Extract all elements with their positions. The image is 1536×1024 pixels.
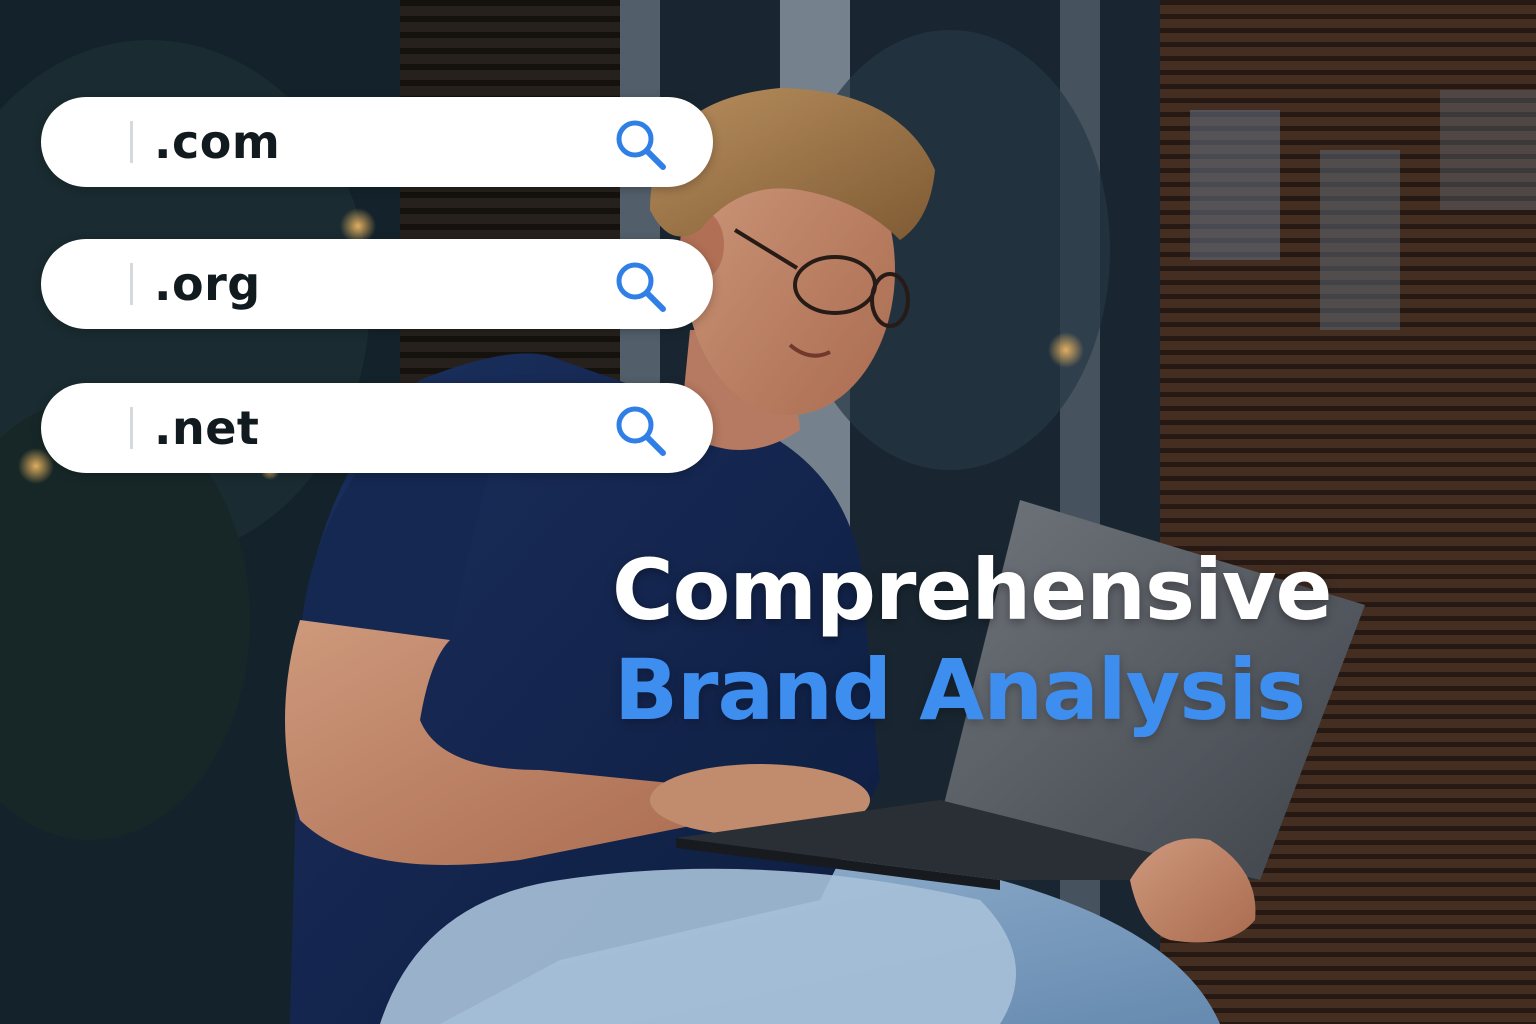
search-bar-text: .com — [154, 115, 281, 169]
search-bar-divider — [130, 121, 133, 163]
headline: Comprehensive Brand Analysis — [612, 540, 1512, 740]
search-bar-divider — [130, 263, 133, 305]
headline-line-2: Brand Analysis — [614, 641, 1306, 739]
search-icon[interactable] — [611, 401, 671, 461]
search-bar-org[interactable]: .org — [41, 239, 713, 329]
search-bar-net[interactable]: .net — [41, 383, 713, 473]
headline-line-1: Comprehensive — [612, 541, 1333, 639]
search-bar-text: .org — [154, 257, 261, 311]
search-icon[interactable] — [611, 257, 671, 317]
search-icon[interactable] — [611, 115, 671, 175]
search-bar-divider — [130, 407, 133, 449]
search-bar-com[interactable]: .com — [41, 97, 713, 187]
search-bar-text: .net — [154, 401, 260, 455]
hero-banner: .com .org .net Comprehensive Brand Analy… — [0, 0, 1536, 1024]
